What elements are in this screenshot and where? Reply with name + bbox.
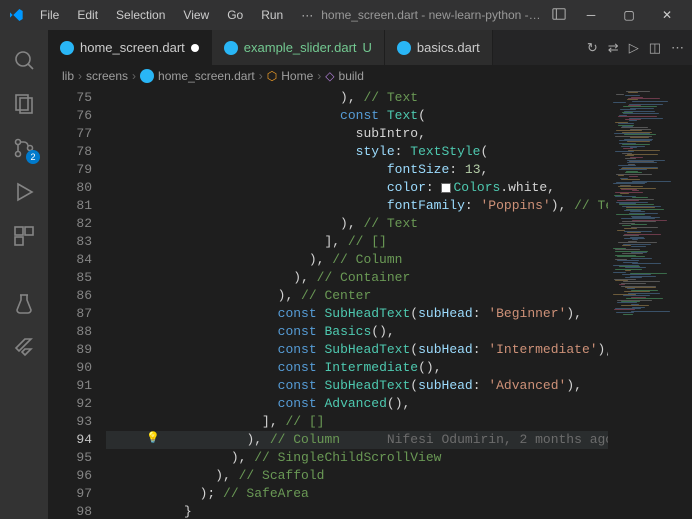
source-control-icon[interactable]: 2 bbox=[0, 126, 48, 170]
breadcrumb-screens[interactable]: screens bbox=[86, 69, 128, 83]
code-content[interactable]: ), // Text const Text( subIntro, style: … bbox=[106, 87, 608, 519]
tab-basics[interactable]: basics.dart bbox=[385, 30, 493, 65]
menu-selection[interactable]: Selection bbox=[108, 4, 173, 26]
line-gutter: 7576777879808182838485868788899091929394… bbox=[48, 87, 106, 519]
tab-label: home_screen.dart bbox=[80, 40, 185, 55]
dart-file-icon bbox=[60, 41, 74, 55]
run-debug-icon[interactable] bbox=[0, 170, 48, 214]
run-code-icon[interactable]: ▷ bbox=[629, 40, 639, 56]
diff-action-icon[interactable]: ⇄ bbox=[608, 40, 619, 56]
run-action-icon[interactable]: ↻ bbox=[587, 40, 598, 56]
breadcrumb: lib › screens › home_screen.dart › ⬡ Hom… bbox=[48, 65, 692, 87]
chevron-right-icon: › bbox=[78, 69, 82, 83]
method-icon: ◇ bbox=[325, 69, 334, 83]
tab-label: basics.dart bbox=[417, 40, 480, 55]
vscode-logo-icon bbox=[8, 7, 24, 23]
breadcrumb-class[interactable]: ⬡ Home bbox=[267, 69, 314, 83]
editor-actions: ↻ ⇄ ▷ ◫ ⋯ bbox=[587, 40, 692, 56]
window-title: home_screen.dart - new-learn-python - Vi… bbox=[321, 8, 544, 22]
breadcrumb-file[interactable]: home_screen.dart bbox=[140, 69, 255, 83]
tab-bar: home_screen.dart example_slider.dart U b… bbox=[48, 30, 692, 65]
scm-badge: 2 bbox=[26, 150, 40, 164]
layout-customize-icon[interactable] bbox=[544, 7, 574, 24]
close-button[interactable]: ✕ bbox=[650, 3, 684, 27]
editor-area: home_screen.dart example_slider.dart U b… bbox=[48, 30, 692, 519]
dart-file-icon bbox=[140, 69, 154, 83]
files-icon[interactable] bbox=[0, 82, 48, 126]
activity-bar: 2 bbox=[0, 30, 48, 519]
menu-overflow[interactable]: ··· bbox=[293, 4, 321, 26]
menu-file[interactable]: File bbox=[32, 4, 67, 26]
testing-icon[interactable] bbox=[0, 282, 48, 326]
minimize-button[interactable]: ─ bbox=[574, 3, 608, 27]
maximize-button[interactable]: ▢ bbox=[612, 3, 646, 27]
menu-run[interactable]: Run bbox=[253, 4, 291, 26]
chevron-right-icon: › bbox=[132, 69, 136, 83]
dart-file-icon bbox=[224, 41, 238, 55]
breadcrumb-lib[interactable]: lib bbox=[62, 69, 74, 83]
menu-go[interactable]: Go bbox=[219, 4, 251, 26]
flutter-icon[interactable] bbox=[0, 326, 48, 370]
minimap[interactable] bbox=[608, 87, 680, 519]
breadcrumb-method[interactable]: ◇ build bbox=[325, 69, 364, 83]
chevron-right-icon: › bbox=[317, 69, 321, 83]
more-actions-icon[interactable]: ⋯ bbox=[671, 40, 684, 56]
vertical-scrollbar[interactable] bbox=[680, 87, 692, 519]
main-menu: File Edit Selection View Go Run ··· bbox=[32, 4, 321, 26]
tab-example-slider[interactable]: example_slider.dart U bbox=[212, 30, 385, 65]
split-editor-icon[interactable]: ◫ bbox=[649, 40, 661, 56]
menu-view[interactable]: View bbox=[175, 4, 217, 26]
explorer-icon[interactable] bbox=[0, 38, 48, 82]
dart-file-icon bbox=[397, 41, 411, 55]
window-controls: ─ ▢ ✕ bbox=[574, 3, 684, 27]
chevron-right-icon: › bbox=[259, 69, 263, 83]
lightbulb-icon[interactable]: 💡 bbox=[146, 431, 160, 444]
code-editor[interactable]: 7576777879808182838485868788899091929394… bbox=[48, 87, 692, 519]
menu-edit[interactable]: Edit bbox=[69, 4, 106, 26]
extensions-icon[interactable] bbox=[0, 214, 48, 258]
modified-indicator-icon bbox=[191, 44, 199, 52]
tab-label: example_slider.dart bbox=[244, 40, 357, 55]
title-bar: File Edit Selection View Go Run ··· home… bbox=[0, 0, 692, 30]
untracked-indicator: U bbox=[363, 40, 372, 55]
class-icon: ⬡ bbox=[267, 69, 277, 83]
tab-home-screen[interactable]: home_screen.dart bbox=[48, 30, 212, 65]
